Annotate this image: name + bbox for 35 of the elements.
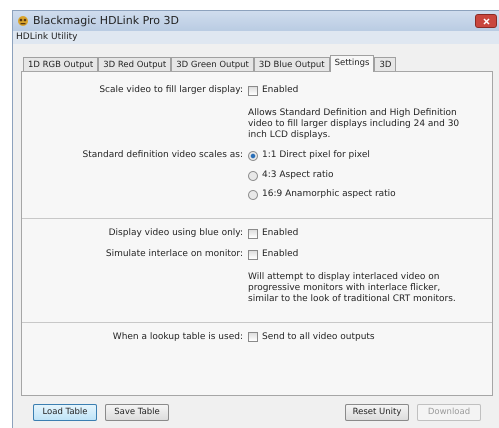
radio-label: 16:9 Anamorphic aspect ratio bbox=[262, 188, 396, 202]
close-button[interactable] bbox=[475, 14, 497, 28]
button[interactable]: Reset Unity bbox=[345, 404, 409, 421]
radio-button[interactable] bbox=[248, 190, 258, 200]
tab[interactable]: 3D Green Output bbox=[171, 57, 254, 71]
button[interactable]: Save Table bbox=[105, 404, 169, 421]
checkbox-label: Send to all video outputs bbox=[262, 330, 375, 344]
tab[interactable]: 1D RGB Output bbox=[23, 57, 98, 71]
tab[interactable]: Settings bbox=[330, 55, 374, 72]
setting-label: When a lookup table is used: bbox=[112, 330, 244, 344]
tab[interactable]: 3D Red Output bbox=[98, 57, 172, 71]
setting-label: Display video using blue only: bbox=[108, 226, 244, 240]
checkbox[interactable] bbox=[248, 332, 258, 342]
checkbox[interactable] bbox=[248, 86, 258, 96]
setting-label: Standard definition video scales as: bbox=[82, 149, 244, 162]
checkbox[interactable] bbox=[248, 228, 258, 238]
close-icon bbox=[482, 18, 490, 24]
app-icon bbox=[17, 15, 29, 27]
checkbox-label: Enabled bbox=[262, 84, 298, 97]
radio-button[interactable] bbox=[248, 170, 258, 180]
setting-label: Simulate interlace on monitor: bbox=[104, 248, 244, 262]
radio-button[interactable] bbox=[248, 151, 258, 161]
checkbox-label: Enabled bbox=[262, 226, 298, 240]
radio-label: 4:3 Aspect ratio bbox=[262, 168, 334, 182]
window-title: Blackmagic HDLink Pro 3D bbox=[33, 12, 179, 29]
tab[interactable]: 3D Blue Output bbox=[254, 57, 330, 71]
radio-label: 1:1 Direct pixel for pixel bbox=[262, 149, 370, 162]
tab[interactable]: 3D bbox=[374, 57, 396, 71]
description-text: Will attempt to display interlaced video on progressive monitors with interlace flicker, similar to the look of traditional CRT monitors. bbox=[248, 272, 457, 306]
button[interactable]: Load Table bbox=[33, 404, 97, 421]
description-text: Allows Standard Definition and High Definition video to fill larger displays including 24 and 30 inch LCD displays. bbox=[248, 108, 460, 142]
checkbox[interactable] bbox=[248, 250, 258, 260]
setting-label: Scale video to fill larger display: bbox=[98, 84, 244, 97]
checkbox-label: Enabled bbox=[262, 248, 298, 262]
menu-bar-title: HDLink Utility bbox=[13, 31, 499, 44]
